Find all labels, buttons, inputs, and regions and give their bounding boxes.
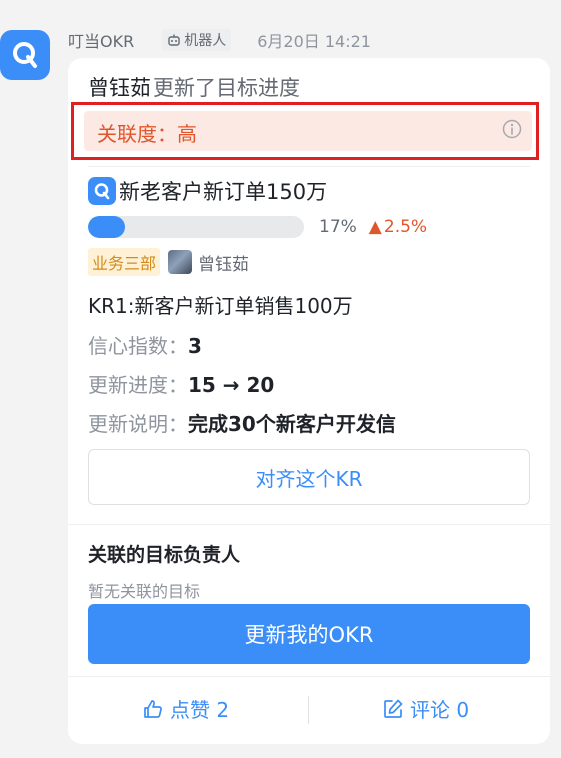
update-note-row: 更新说明：完成30个新客户开发信 — [88, 408, 396, 437]
thumbs-up-icon — [144, 699, 162, 718]
objective-icon — [88, 177, 116, 205]
owner-name[interactable]: 曾钰茹 — [198, 250, 249, 275]
chat-message: 叮当OKR 机器人 6月20日 14:21 曾钰茹更新了目标进度 关联度：高 新… — [0, 0, 561, 758]
kr-title: KR1:新客户新订单销售100万 — [88, 294, 353, 318]
sender-name[interactable]: 叮当OKR — [68, 28, 134, 52]
bot-tag: 机器人 — [162, 29, 232, 51]
divider — [68, 676, 550, 677]
update-my-okr-button[interactable]: 更新我的OKR — [88, 604, 530, 664]
progress-update-label: 更新进度： — [88, 373, 188, 397]
progress-update-value: 15 → 20 — [188, 373, 275, 397]
like-label: 点赞 2 — [170, 698, 230, 722]
progress-bar — [88, 216, 304, 238]
bot-tag-label: 机器人 — [184, 33, 227, 49]
update-action-text: 更新了目标进度 — [153, 76, 300, 100]
objective-owner-row: 业务三部 曾钰茹 — [88, 248, 249, 276]
objective-title: 新老客户新订单150万 — [119, 180, 328, 204]
message-meta: 叮当OKR 机器人 6月20日 14:21 — [68, 28, 371, 52]
progress-percent: 17% — [319, 217, 357, 237]
like-button[interactable]: 点赞 2 — [142, 694, 229, 723]
message-timestamp: 6月20日 14:21 — [257, 32, 371, 51]
align-kr-button[interactable]: 对齐这个KR — [88, 449, 530, 505]
update-note-value: 完成30个新客户开发信 — [188, 412, 396, 436]
confidence-value: 3 — [188, 334, 202, 358]
department-tag[interactable]: 业务三部 — [88, 248, 161, 276]
progress-delta: ▲ 2.5% — [369, 217, 427, 237]
increase-arrow-icon: ▲ — [368, 217, 382, 237]
progress-delta-value: 2.5% — [383, 217, 428, 237]
objective-title-row[interactable]: 新老客户新订单150万 — [88, 176, 327, 206]
divider — [68, 524, 550, 525]
confidence-label: 信心指数： — [88, 334, 188, 358]
objective-progress: 17% ▲ 2.5% — [88, 216, 427, 238]
progress-bar-fill — [88, 216, 125, 238]
confidence-row: 信心指数：3 — [88, 330, 202, 359]
related-empty-text: 暂无关联的目标 — [88, 582, 201, 601]
highlight-frame — [71, 102, 539, 160]
progress-update-row: 更新进度：15 → 20 — [88, 369, 274, 398]
robot-icon — [168, 34, 180, 46]
card-header: 曾钰茹更新了目标进度 — [88, 72, 300, 102]
comment-button[interactable]: 评论 0 — [382, 694, 469, 723]
edit-comment-icon — [384, 699, 403, 718]
app-logo-icon[interactable] — [0, 30, 50, 80]
okr-update-card: 曾钰茹更新了目标进度 关联度：高 新老客户新订单150万 17% ▲ 2.5% … — [68, 58, 550, 744]
owner-avatar[interactable] — [168, 250, 193, 274]
updater-name[interactable]: 曾钰茹 — [88, 76, 151, 100]
footer-divider — [308, 696, 309, 724]
related-section-title: 关联的目标负责人 — [88, 544, 241, 566]
comment-label: 评论 0 — [410, 698, 470, 722]
divider — [88, 166, 530, 167]
update-note-label: 更新说明： — [88, 412, 188, 436]
